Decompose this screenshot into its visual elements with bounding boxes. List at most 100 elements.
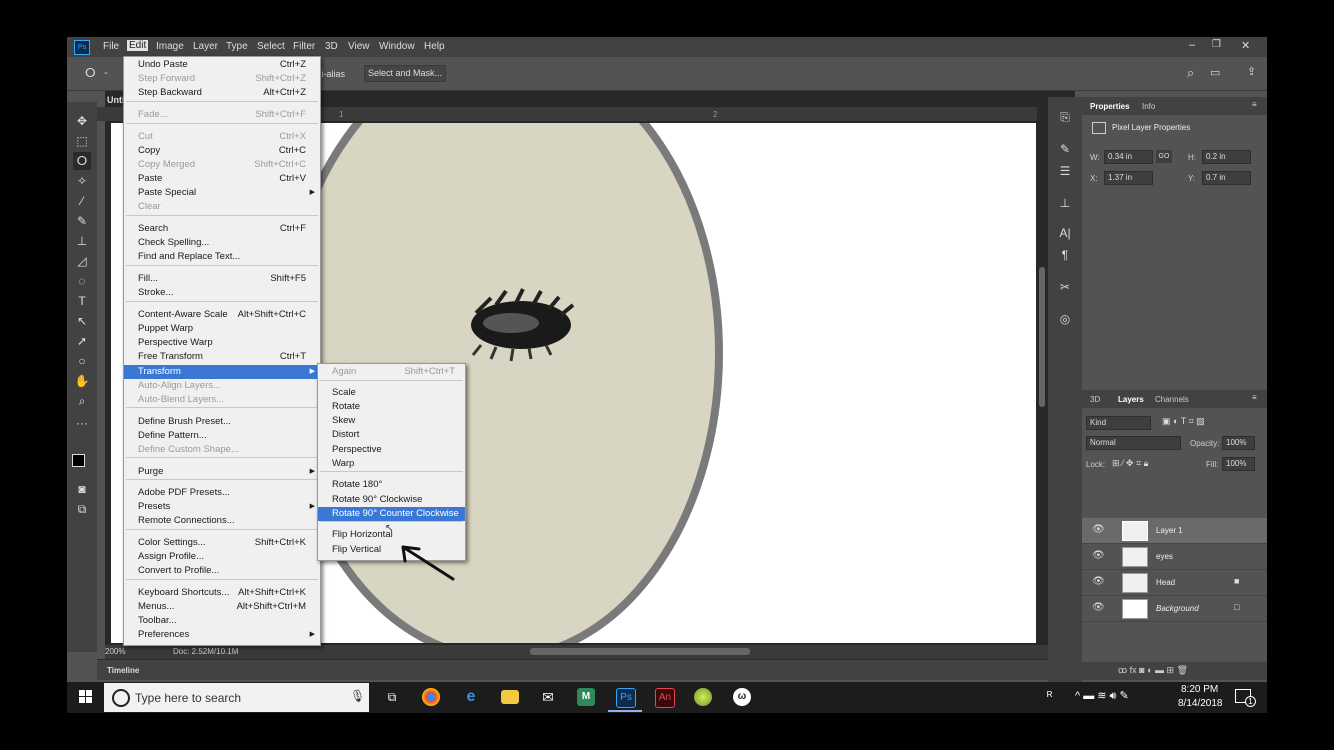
- zoom-level[interactable]: 200%: [105, 647, 125, 656]
- edit-menu-item[interactable]: Undo Paste Ctrl+Z: [124, 58, 320, 72]
- lock-icon[interactable]: □: [1234, 602, 1239, 612]
- lock-icons[interactable]: ⊞ ⁄ ✥ ⌗ 🔒︎: [1112, 458, 1148, 469]
- edit-menu-item[interactable]: Presets ▶: [124, 500, 320, 514]
- edit-menu-item[interactable]: Step Backward Alt+Ctrl+Z: [124, 86, 320, 100]
- layer-filter-kind[interactable]: Kind: [1086, 416, 1151, 430]
- transform-menu-item[interactable]: Skew: [318, 414, 465, 428]
- layer-actions-icons[interactable]: ꝏ fx ◙ ◐ ▬ ⊞ 🗑︎: [1118, 665, 1188, 676]
- zoom-tool-icon[interactable]: ⌕: [73, 392, 91, 410]
- height-field[interactable]: 0.2 in: [1202, 150, 1251, 164]
- fill-field[interactable]: 100%: [1222, 457, 1255, 471]
- edit-menu-item[interactable]: Check Spelling...: [124, 236, 320, 250]
- panel-menu-icon[interactable]: ≡: [1252, 393, 1257, 402]
- edit-menu-item[interactable]: Cut Ctrl+X: [124, 130, 320, 144]
- quick-mask-icon[interactable]: ◙: [73, 480, 91, 498]
- adjustments-icon[interactable]: ☰: [1057, 163, 1073, 179]
- people-icon[interactable]: ᴿ: [1047, 689, 1052, 703]
- history-icon[interactable]: ⎘: [1057, 109, 1073, 125]
- edit-menu-item[interactable]: Remote Connections...: [124, 514, 320, 528]
- menu-view[interactable]: View: [348, 41, 370, 52]
- edit-menu-item[interactable]: Define Pattern...: [124, 429, 320, 443]
- edit-menu-item[interactable]: Free Transform Ctrl+T: [124, 350, 320, 364]
- 3d-icon[interactable]: ◎: [1057, 311, 1073, 327]
- edit-menu-item[interactable]: Fill... Shift+F5: [124, 272, 320, 286]
- type-tool-icon[interactable]: T: [73, 292, 91, 310]
- transform-menu-item[interactable]: Rotate: [318, 400, 465, 414]
- mail-icon[interactable]: ✉: [539, 688, 557, 706]
- edit-menu-item[interactable]: Toolbar...: [124, 614, 320, 628]
- share-icon[interactable]: ⇪: [1247, 65, 1256, 78]
- select-and-mask-button[interactable]: Select and Mask...: [364, 65, 446, 82]
- panel-menu-icon[interactable]: ≡: [1252, 100, 1257, 109]
- hand-tool-icon[interactable]: ✋: [73, 372, 91, 390]
- microphone-icon[interactable]: 🎙︎: [350, 689, 365, 703]
- tab-layers[interactable]: Layers: [1118, 395, 1144, 404]
- edit-menu-item[interactable]: Stroke...: [124, 286, 320, 300]
- move-tool-icon[interactable]: ✥: [73, 112, 91, 130]
- edit-menu-item[interactable]: Content-Aware Scale Alt+Shift+Ctrl+C: [124, 308, 320, 322]
- menu-file[interactable]: File: [103, 41, 119, 52]
- screen-mode-icon[interactable]: ⧉: [73, 500, 91, 518]
- edit-menu-item[interactable]: Auto-Blend Layers...: [124, 393, 320, 407]
- doc-info[interactable]: Doc: 2.52M/10.1M: [173, 647, 238, 656]
- eye-icon[interactable]: 👁︎: [1092, 524, 1105, 535]
- transform-menu-item[interactable]: Rotate 180°: [318, 478, 465, 492]
- chrome-icon[interactable]: [422, 688, 440, 706]
- edit-menu-item[interactable]: Auto-Align Layers...: [124, 379, 320, 393]
- width-field[interactable]: 0.34 in: [1104, 150, 1153, 164]
- transform-menu-item[interactable]: Again Shift+Ctrl+T: [318, 365, 465, 379]
- eye-icon[interactable]: 👁︎: [1092, 602, 1105, 613]
- edit-menu-item[interactable]: Find and Replace Text...: [124, 250, 320, 264]
- layer-row[interactable]: 👁︎ Head ■: [1082, 570, 1267, 596]
- clock-date[interactable]: 8/14/2018: [1178, 698, 1223, 709]
- edit-menu-item[interactable]: Step Forward Shift+Ctrl+Z: [124, 72, 320, 86]
- more-tools-icon[interactable]: ···: [73, 414, 91, 432]
- edit-menu-item[interactable]: Copy Ctrl+C: [124, 144, 320, 158]
- photoshop-taskbar-icon[interactable]: Ps: [616, 688, 636, 708]
- tab-channels[interactable]: Channels: [1155, 395, 1189, 404]
- tab-properties[interactable]: Properties: [1090, 102, 1130, 111]
- edit-menu-item[interactable]: Menus... Alt+Shift+Ctrl+M: [124, 600, 320, 614]
- tab-3d[interactable]: 3D: [1090, 395, 1100, 404]
- edit-menu-item[interactable]: Paste Ctrl+V: [124, 172, 320, 186]
- edit-menu-item[interactable]: Purge ▶: [124, 465, 320, 479]
- app-m-icon[interactable]: M: [577, 688, 595, 706]
- tools-icon[interactable]: ✂: [1057, 279, 1073, 295]
- horizontal-scrollbar[interactable]: [530, 648, 750, 655]
- lasso-tool-icon[interactable]: ⵔ: [85, 66, 96, 80]
- direct-selection-icon[interactable]: ➚: [73, 332, 91, 350]
- paragraph-icon[interactable]: ¶: [1057, 247, 1073, 263]
- system-tray-icons[interactable]: ^ ▬ ≋ 🔊︎ ✎: [1075, 689, 1129, 703]
- chevron-down-icon[interactable]: ⌄: [103, 68, 109, 76]
- lasso-tool-icon[interactable]: ⵔ: [73, 152, 91, 170]
- edit-menu-item[interactable]: Clear: [124, 200, 320, 214]
- transform-menu-item[interactable]: Scale: [318, 386, 465, 400]
- edit-menu-item[interactable]: Color Settings... Shift+Ctrl+K: [124, 536, 320, 550]
- blend-mode-select[interactable]: Normal: [1086, 436, 1181, 450]
- edit-menu-item[interactable]: Define Brush Preset...: [124, 415, 320, 429]
- edge-icon[interactable]: e: [462, 688, 480, 706]
- close-icon[interactable]: ✕: [1241, 39, 1250, 52]
- link-icon[interactable]: GO: [1156, 150, 1172, 163]
- workspace-icon[interactable]: ▭: [1210, 66, 1220, 79]
- file-explorer-icon[interactable]: [501, 690, 519, 704]
- animate-icon[interactable]: An: [655, 688, 675, 708]
- brush-tool-icon[interactable]: ✎: [73, 212, 91, 230]
- filter-icons[interactable]: ▣ ◐ T ⌗ ▨: [1162, 416, 1205, 427]
- edit-menu-item[interactable]: Search Ctrl+F: [124, 222, 320, 236]
- taskbar-search[interactable]: Type here to search 🎙︎: [104, 683, 369, 712]
- tab-info[interactable]: Info: [1142, 102, 1155, 111]
- opacity-field[interactable]: 100%: [1222, 436, 1255, 450]
- lock-icon[interactable]: ■: [1234, 576, 1239, 586]
- transform-menu-item[interactable]: Rotate 90° Clockwise: [318, 493, 465, 507]
- restore-icon[interactable]: ❐: [1212, 39, 1221, 50]
- edit-menu-item[interactable]: Paste Special ▶: [124, 186, 320, 200]
- magic-wand-tool-icon[interactable]: ✧: [73, 172, 91, 190]
- vertical-scrollbar[interactable]: [1039, 267, 1045, 407]
- foreground-color-swatch[interactable]: [72, 454, 85, 467]
- edit-menu-item[interactable]: Preferences ▶: [124, 628, 320, 642]
- x-field[interactable]: 1.37 in: [1104, 171, 1153, 185]
- clock-time[interactable]: 8:20 PM: [1181, 684, 1218, 695]
- transform-menu-item[interactable]: Perspective: [318, 443, 465, 457]
- task-view-icon[interactable]: ⧉: [383, 688, 401, 706]
